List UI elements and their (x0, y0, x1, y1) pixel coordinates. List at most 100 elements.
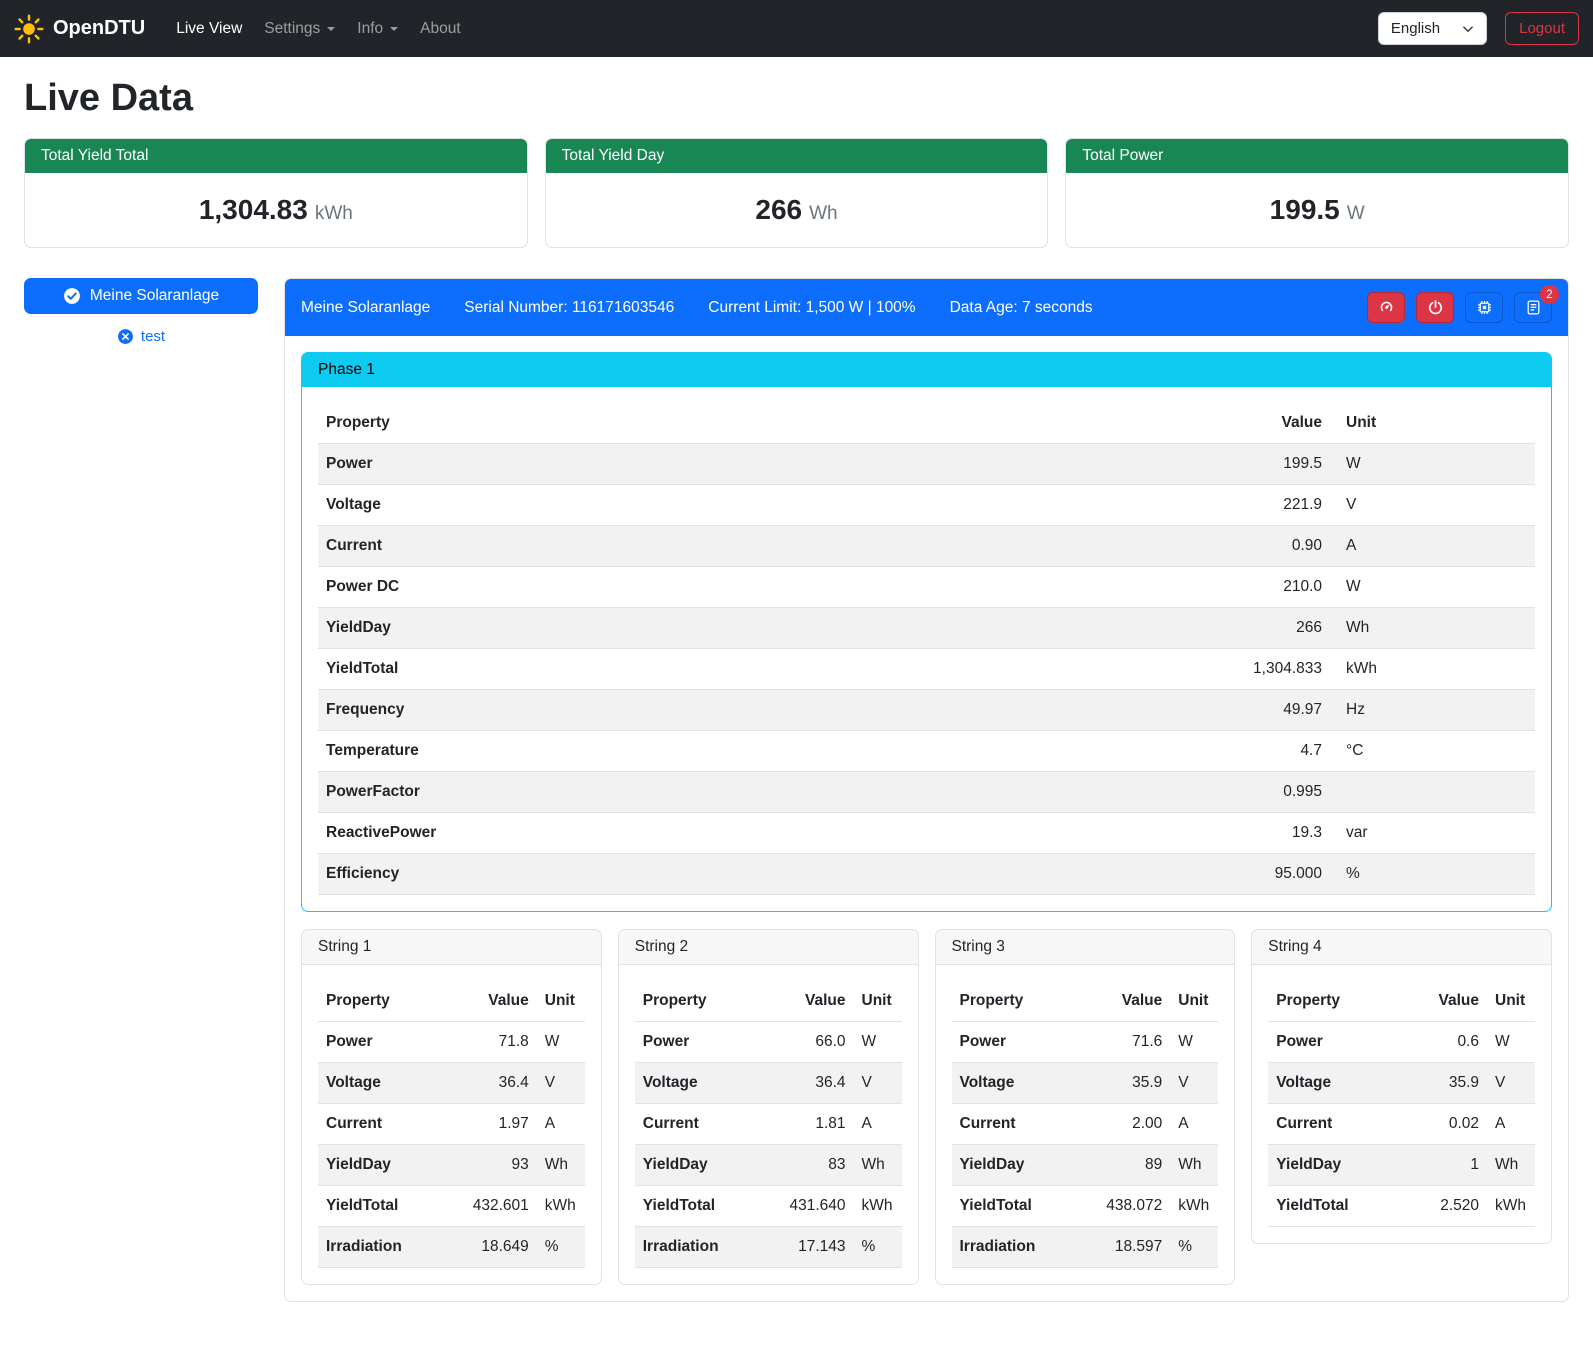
value-cell: 221.9 (1190, 485, 1330, 526)
value-cell: 93 (465, 1145, 537, 1186)
table-row: Power199.5W (318, 444, 1535, 485)
unit-cell: V (537, 1063, 585, 1104)
table-row: YieldDay1Wh (1268, 1145, 1535, 1186)
string-title: String 2 (619, 930, 918, 965)
table-row: Power71.8W (318, 1022, 585, 1063)
value-cell: 1.81 (781, 1104, 853, 1145)
table-row: Irradiation18.649% (318, 1227, 585, 1268)
test-pin-label: test (141, 328, 165, 345)
property-cell: Current (635, 1104, 782, 1145)
table-row: Voltage36.4V (318, 1063, 585, 1104)
property-cell: Irradiation (318, 1227, 465, 1268)
top-navbar: OpenDTU Live View Settings Info About En… (0, 0, 1593, 57)
string-title: String 1 (302, 930, 601, 965)
unit-cell: kWh (1487, 1186, 1535, 1227)
table-row: Irradiation18.597% (952, 1227, 1219, 1268)
property-cell: YieldTotal (1268, 1186, 1415, 1227)
table-row: YieldTotal431.640kWh (635, 1186, 902, 1227)
property-cell: Power DC (318, 567, 1190, 608)
value-cell: 36.4 (781, 1063, 853, 1104)
power-button[interactable] (1416, 292, 1454, 323)
property-cell: YieldDay (635, 1145, 782, 1186)
inverter-select-button[interactable]: Meine Solaranlage (24, 278, 258, 314)
card-value: 266 (755, 194, 802, 225)
table-row: YieldTotal1,304.833kWh (318, 649, 1535, 690)
table-row: Irradiation17.143% (635, 1227, 902, 1268)
string-table: Property Value Unit Power71.6WVoltage35.… (952, 981, 1219, 1268)
unit-cell: Wh (854, 1145, 902, 1186)
unit-cell: A (1487, 1104, 1535, 1145)
value-cell: 71.8 (465, 1022, 537, 1063)
value-cell: 438.072 (1098, 1186, 1170, 1227)
unit-cell: % (537, 1227, 585, 1268)
value-cell: 18.597 (1098, 1227, 1170, 1268)
property-cell: Voltage (635, 1063, 782, 1104)
value-cell: 89 (1098, 1145, 1170, 1186)
value-cell: 18.649 (465, 1227, 537, 1268)
value-cell: 17.143 (781, 1227, 853, 1268)
card-unit: Wh (809, 203, 838, 224)
logout-button[interactable]: Logout (1505, 12, 1579, 45)
device-info-button[interactable] (1465, 292, 1503, 323)
unit-cell: W (537, 1022, 585, 1063)
unit-cell: % (1170, 1227, 1218, 1268)
unit-cell: A (537, 1104, 585, 1145)
string-card-3: String 3 Property Value Unit Power71.6WV… (935, 929, 1236, 1285)
limit-settings-button[interactable] (1367, 292, 1405, 323)
card-unit: kWh (315, 203, 353, 224)
phase-title: Phase 1 (302, 353, 1551, 387)
inverter-panel: Meine Solaranlage Serial Number: 1161716… (284, 278, 1569, 1302)
property-cell: YieldTotal (318, 649, 1190, 690)
value-cell: 1 (1415, 1145, 1487, 1186)
page-title: Live Data (24, 77, 1569, 120)
table-row: YieldDay93Wh (318, 1145, 585, 1186)
value-cell: 95.000 (1190, 854, 1330, 895)
nav-about[interactable]: About (409, 12, 472, 46)
table-row: Temperature4.7°C (318, 731, 1535, 772)
property-cell: Efficiency (318, 854, 1190, 895)
check-circle-icon (63, 287, 81, 305)
brand-logo[interactable]: OpenDTU (14, 14, 145, 44)
value-cell: 432.601 (465, 1186, 537, 1227)
card-total-yield-day: Total Yield Day 266Wh (545, 138, 1049, 248)
test-pin-link[interactable]: test (24, 328, 258, 345)
unit-cell: Wh (1330, 608, 1535, 649)
value-cell: 266 (1190, 608, 1330, 649)
value-cell: 36.4 (465, 1063, 537, 1104)
value-cell: 35.9 (1098, 1063, 1170, 1104)
unit-cell: W (854, 1022, 902, 1063)
table-row: YieldDay89Wh (952, 1145, 1219, 1186)
unit-cell: var (1330, 813, 1535, 854)
property-cell: Current (1268, 1104, 1415, 1145)
table-row: YieldDay266Wh (318, 608, 1535, 649)
property-cell: Power (318, 1022, 465, 1063)
value-cell: 49.97 (1190, 690, 1330, 731)
unit-cell: °C (1330, 731, 1535, 772)
unit-cell: Wh (1487, 1145, 1535, 1186)
unit-cell: W (1170, 1022, 1218, 1063)
property-cell: YieldTotal (635, 1186, 782, 1227)
language-select[interactable]: English (1378, 12, 1487, 45)
nav-info[interactable]: Info (346, 12, 409, 46)
property-cell: Temperature (318, 731, 1190, 772)
card-header: Total Power (1066, 139, 1568, 173)
unit-cell: A (854, 1104, 902, 1145)
gauge-icon (1378, 299, 1395, 316)
property-cell: Power (318, 444, 1190, 485)
value-cell: 71.6 (1098, 1022, 1170, 1063)
unit-cell: V (1330, 485, 1535, 526)
nav-settings[interactable]: Settings (253, 12, 346, 46)
journal-icon (1525, 299, 1542, 316)
property-cell: Voltage (318, 485, 1190, 526)
event-log-button[interactable]: 2 (1514, 292, 1552, 323)
table-row: Voltage35.9V (952, 1063, 1219, 1104)
table-row: YieldDay83Wh (635, 1145, 902, 1186)
nav-live-view[interactable]: Live View (165, 12, 253, 46)
inverter-limit: Current Limit: 1,500 W | 100% (708, 299, 915, 317)
property-cell: YieldDay (1268, 1145, 1415, 1186)
unit-cell: Hz (1330, 690, 1535, 731)
property-cell: Current (318, 526, 1190, 567)
unit-cell: % (854, 1227, 902, 1268)
table-row: Efficiency95.000% (318, 854, 1535, 895)
table-row: PowerFactor0.995 (318, 772, 1535, 813)
